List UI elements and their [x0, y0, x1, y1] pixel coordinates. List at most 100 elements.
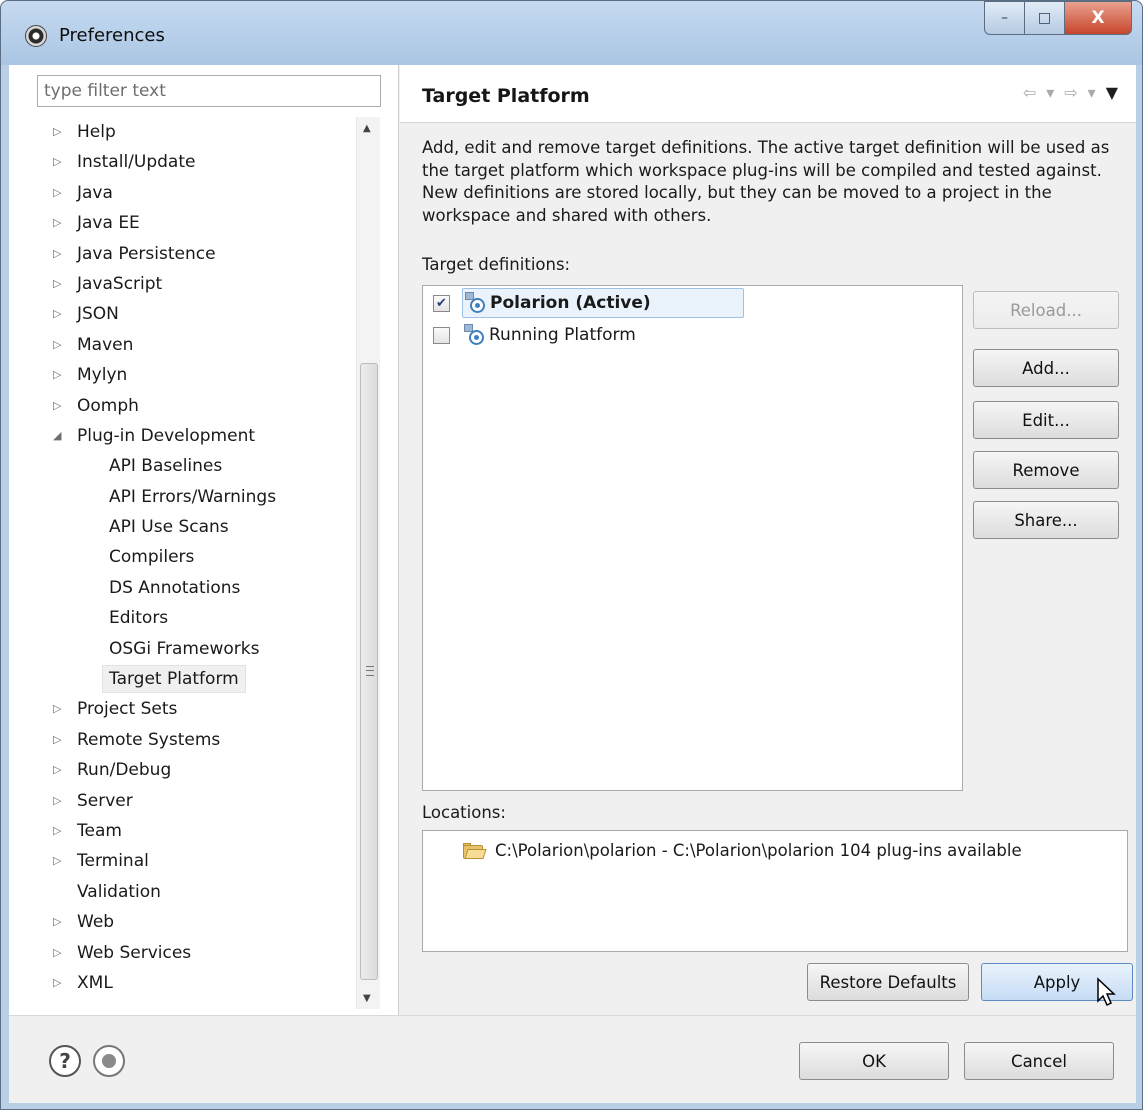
tree-item-label: Maven	[77, 334, 134, 355]
target-definition-item[interactable]: Polarion (Active)	[462, 288, 744, 318]
page-header: Target Platform ⇦ ▾ ⇨ ▾ ▼	[400, 65, 1136, 123]
tree-item[interactable]: ▷ JSON	[37, 299, 355, 329]
forward-history-dropdown-icon[interactable]: ▾	[1088, 83, 1096, 102]
gear-icon	[25, 25, 47, 47]
collapsed-arrow-icon[interactable]: ▷	[53, 816, 69, 846]
help-icon[interactable]: ?	[49, 1045, 81, 1077]
target-definition-row[interactable]: Running Platform	[433, 320, 642, 350]
tree-item-label: Oomph	[77, 395, 139, 416]
expanded-arrow-icon[interactable]: ◢	[53, 421, 69, 451]
scroll-down-icon[interactable]: ▼	[363, 993, 371, 1004]
collapsed-arrow-icon[interactable]: ▷	[53, 968, 69, 998]
target-definition-name: Polarion (Active)	[490, 293, 651, 313]
checked-checkbox[interactable]: ✔	[433, 294, 450, 312]
tree-item[interactable]: ▷ Team	[37, 816, 355, 846]
share-button[interactable]: Share...	[973, 501, 1119, 539]
locations-label: Locations:	[422, 803, 506, 822]
collapsed-arrow-icon[interactable]: ▷	[53, 694, 69, 724]
tree-scrollbar[interactable]: ▲ ▼	[356, 117, 380, 1009]
tree-item[interactable]: ▷ Terminal	[37, 846, 355, 876]
tree-item[interactable]: ▷ Web	[37, 907, 355, 937]
tree-item[interactable]: Editors	[37, 603, 355, 633]
tree-item-label: Editors	[109, 608, 169, 629]
collapsed-arrow-icon[interactable]: ▷	[53, 269, 69, 299]
scrollbar-thumb[interactable]	[360, 363, 378, 980]
tree-item[interactable]: DS Annotations	[37, 573, 355, 603]
restore-defaults-button[interactable]: Restore Defaults	[807, 963, 969, 1001]
cancel-button[interactable]: Cancel	[964, 1042, 1114, 1080]
tree-item[interactable]: API Baselines	[37, 451, 355, 481]
tree-item[interactable]: ▷ Java EE	[37, 208, 355, 238]
tree-item-label: Validation	[77, 881, 161, 902]
tree-item[interactable]: ▷ XML	[37, 968, 355, 998]
view-menu-icon[interactable]: ▼	[1106, 83, 1118, 102]
tree-item[interactable]: ◢ Plug-in Development	[37, 421, 355, 451]
target-definitions-label: Target definitions:	[422, 255, 571, 274]
ok-button[interactable]: OK	[799, 1042, 949, 1080]
collapsed-arrow-icon[interactable]: ▷	[53, 755, 69, 785]
tree-item[interactable]: ▷ Mylyn	[37, 360, 355, 390]
preferences-tree: ▷ Help ▷ Install/Update ▷ Java ▷ Java EE ▷ Java P…	[37, 117, 355, 998]
forward-arrow-icon[interactable]: ⇨	[1064, 83, 1077, 102]
tree-item[interactable]: ▷ Run/Debug	[37, 755, 355, 785]
tree-item[interactable]: ▷ Project Sets	[37, 694, 355, 724]
tree-item[interactable]: ▷ Help	[37, 117, 355, 147]
tree-item[interactable]: ▷ Install/Update	[37, 147, 355, 177]
tree-item[interactable]: ▷ Remote Systems	[37, 725, 355, 755]
tree-item[interactable]: ▷ Maven	[37, 330, 355, 360]
scroll-up-icon[interactable]: ▲	[363, 123, 371, 134]
add-button[interactable]: Add...	[973, 349, 1119, 387]
tree-item-label: Remote Systems	[77, 729, 221, 750]
tree-item[interactable]: Target Platform	[37, 664, 355, 694]
collapsed-arrow-icon[interactable]: ▷	[53, 938, 69, 968]
tree-item-label: Project Sets	[77, 699, 178, 720]
collapsed-arrow-icon[interactable]: ▷	[53, 725, 69, 755]
close-icon: X	[1091, 8, 1105, 28]
tree-item[interactable]: ▷ Java Persistence	[37, 239, 355, 269]
target-definitions-list[interactable]: ✔ Polarion (Active) Running Platform	[422, 285, 963, 791]
collapsed-arrow-icon[interactable]: ▷	[53, 178, 69, 208]
edit-button[interactable]: Edit...	[973, 401, 1119, 439]
tree-item[interactable]: ▷ Web Services	[37, 938, 355, 968]
tree-item[interactable]: OSGi Frameworks	[37, 634, 355, 664]
tree-item[interactable]: ▷ JavaScript	[37, 269, 355, 299]
collapsed-arrow-icon[interactable]: ▷	[53, 147, 69, 177]
unchecked-checkbox[interactable]	[433, 326, 450, 344]
tree-item-label: Terminal	[77, 851, 149, 872]
collapsed-arrow-icon[interactable]: ▷	[53, 786, 69, 816]
tree-item[interactable]: API Use Scans	[37, 512, 355, 542]
tree-item-label: API Baselines	[109, 456, 223, 477]
collapsed-arrow-icon[interactable]: ▷	[53, 299, 69, 329]
preferences-window: Preferences – □ X ▷ Help ▷ Install/Update ▷ J…	[0, 0, 1143, 1110]
tree-item-label: Web	[77, 912, 115, 933]
tree-item[interactable]: ▷ Server	[37, 786, 355, 816]
collapsed-arrow-icon[interactable]: ▷	[53, 117, 69, 147]
back-arrow-icon[interactable]: ⇦	[1023, 83, 1036, 102]
collapsed-arrow-icon[interactable]: ▷	[53, 330, 69, 360]
tree-item-label: Java	[77, 182, 113, 203]
tree-item[interactable]: Compilers	[37, 542, 355, 572]
collapsed-arrow-icon[interactable]: ▷	[53, 239, 69, 269]
collapsed-arrow-icon[interactable]: ▷	[53, 907, 69, 937]
minimize-button[interactable]: –	[984, 1, 1024, 35]
collapsed-arrow-icon[interactable]: ▷	[53, 208, 69, 238]
location-item[interactable]: C:\Polarion\polarion - C:\Polarion\polar…	[463, 841, 1022, 860]
collapsed-arrow-icon[interactable]: ▷	[53, 846, 69, 876]
collapsed-arrow-icon[interactable]: ▷	[53, 360, 69, 390]
target-definition-item[interactable]: Running Platform	[462, 320, 642, 350]
collapsed-arrow-icon[interactable]: ▷	[53, 391, 69, 421]
filter-input[interactable]	[37, 75, 381, 107]
title-bar[interactable]: Preferences – □ X	[1, 1, 1142, 65]
close-button[interactable]: X	[1064, 1, 1132, 35]
locations-list[interactable]: C:\Polarion\polarion - C:\Polarion\polar…	[422, 830, 1128, 952]
back-history-dropdown-icon[interactable]: ▾	[1046, 83, 1054, 102]
record-macro-icon[interactable]	[93, 1045, 125, 1077]
tree-item[interactable]: API Errors/Warnings	[37, 482, 355, 512]
maximize-button[interactable]: □	[1024, 1, 1064, 35]
reload-button[interactable]: Reload...	[973, 291, 1119, 329]
tree-item[interactable]: ▷ Java	[37, 178, 355, 208]
remove-button[interactable]: Remove	[973, 451, 1119, 489]
target-definition-row[interactable]: ✔ Polarion (Active)	[433, 288, 744, 318]
tree-item[interactable]: Validation	[37, 877, 355, 907]
tree-item[interactable]: ▷ Oomph	[37, 391, 355, 421]
